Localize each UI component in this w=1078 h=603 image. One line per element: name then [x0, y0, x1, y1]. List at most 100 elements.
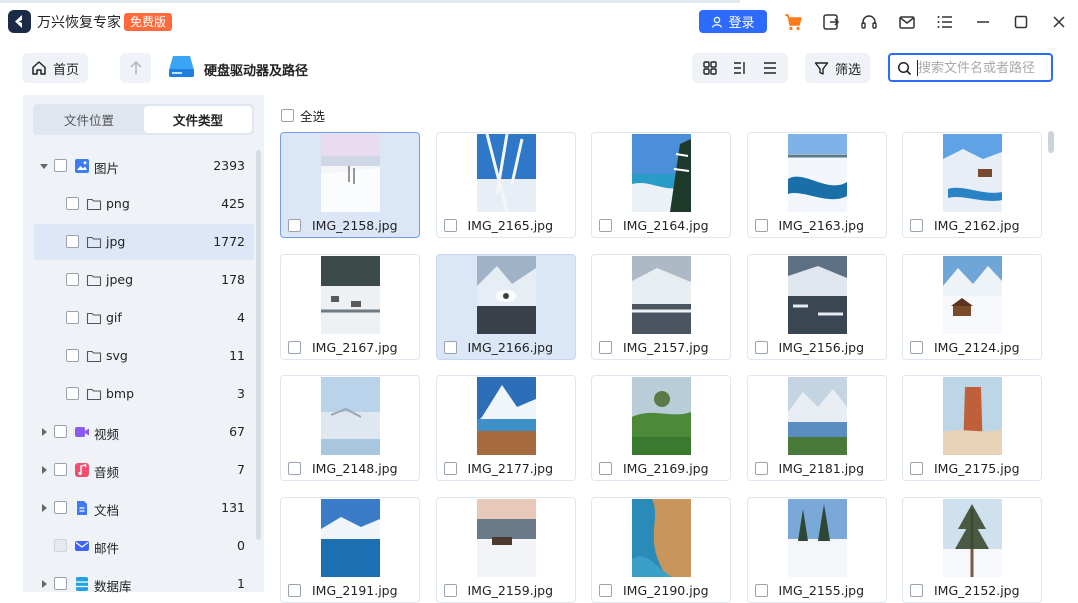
sidebar-item-svg[interactable]: svg 11	[34, 338, 254, 374]
file-card[interactable]: IMG_2167.jpg	[280, 253, 420, 360]
file-card[interactable]: IMG_2165.jpg	[435, 132, 576, 238]
sidebar-item-checkbox[interactable]	[54, 159, 67, 172]
file-card[interactable]: IMG_2158.jpg	[280, 132, 420, 238]
cart-icon[interactable]	[782, 11, 804, 33]
file-thumbnail[interactable]	[787, 377, 847, 455]
file-card[interactable]: IMG_2163.jpg	[746, 132, 887, 238]
sidebar-item-视频[interactable]: 视频 67	[34, 414, 254, 450]
file-card[interactable]: IMG_2169.jpg	[591, 375, 731, 481]
file-thumbnail[interactable]	[321, 377, 380, 455]
file-checkbox[interactable]	[288, 583, 301, 597]
file-thumbnail[interactable]	[632, 134, 691, 212]
sidebar-item-checkbox[interactable]	[54, 463, 67, 476]
file-thumbnail[interactable]	[476, 255, 536, 334]
file-card[interactable]: IMG_2181.jpg	[746, 375, 887, 481]
file-thumbnail[interactable]	[321, 134, 380, 212]
close-icon[interactable]	[1048, 11, 1070, 33]
sidebar-item-png[interactable]: png 425	[34, 186, 254, 222]
sidebar-item-jpg[interactable]: jpg 1772	[34, 224, 254, 260]
list-view-button[interactable]	[760, 58, 780, 78]
search-box[interactable]	[888, 53, 1053, 82]
sidebar-item-checkbox[interactable]	[66, 235, 79, 248]
sidebar-scrollbar[interactable]	[256, 150, 261, 540]
file-checkbox[interactable]	[910, 462, 923, 475]
sidebar-item-gif[interactable]: gif 4	[34, 300, 254, 336]
sidebar-item-图片[interactable]: 图片 2393	[34, 148, 254, 184]
file-checkbox[interactable]	[443, 462, 457, 475]
file-card[interactable]: IMG_2177.jpg	[435, 375, 576, 481]
headset-icon[interactable]	[858, 11, 880, 33]
grid-view-button[interactable]	[700, 58, 720, 78]
select-all-checkbox[interactable]	[281, 109, 294, 122]
tab-file-location[interactable]: 文件位置	[35, 106, 143, 133]
file-card[interactable]: IMG_2166.jpg	[435, 253, 576, 360]
sidebar-item-jpeg[interactable]: jpeg 178	[34, 262, 254, 298]
file-thumbnail[interactable]	[476, 134, 536, 212]
sidebar-item-checkbox[interactable]	[54, 425, 67, 438]
detail-view-button[interactable]	[730, 58, 750, 78]
file-card[interactable]: IMG_2156.jpg	[746, 253, 887, 360]
sidebar-item-checkbox[interactable]	[66, 273, 79, 286]
sidebar-item-checkbox[interactable]	[66, 387, 79, 400]
file-checkbox[interactable]	[599, 583, 612, 597]
file-checkbox[interactable]	[288, 462, 301, 475]
mail-icon[interactable]	[896, 11, 918, 33]
filter-button[interactable]: 筛选	[805, 53, 870, 83]
file-thumbnail[interactable]	[943, 134, 1002, 212]
file-card[interactable]: IMG_2152.jpg	[902, 496, 1042, 603]
file-thumbnail[interactable]	[943, 255, 1002, 334]
tab-file-type[interactable]: 文件类型	[144, 106, 252, 133]
search-input[interactable]	[918, 59, 1046, 77]
sidebar-item-音频[interactable]: 音频 7	[34, 452, 254, 488]
file-thumbnail[interactable]	[787, 255, 847, 334]
file-card[interactable]: IMG_2190.jpg	[591, 496, 731, 603]
file-thumbnail[interactable]	[632, 377, 691, 455]
file-thumbnail[interactable]	[632, 498, 691, 577]
file-checkbox[interactable]	[599, 219, 612, 232]
file-card[interactable]: IMG_2159.jpg	[435, 496, 576, 603]
file-checkbox[interactable]	[599, 462, 612, 475]
file-checkbox[interactable]	[288, 340, 301, 354]
chevron-right-icon[interactable]	[42, 504, 47, 512]
file-card[interactable]: IMG_2155.jpg	[746, 496, 887, 603]
file-checkbox[interactable]	[443, 583, 457, 597]
sidebar-item-邮件[interactable]: 邮件 0	[34, 528, 254, 564]
file-thumbnail[interactable]	[787, 498, 847, 577]
home-button[interactable]: 首页	[22, 53, 88, 83]
sidebar-item-checkbox[interactable]	[66, 311, 79, 324]
file-card[interactable]: IMG_2191.jpg	[280, 496, 420, 603]
file-checkbox[interactable]	[754, 462, 768, 475]
content-scrollbar[interactable]	[1048, 131, 1054, 153]
file-checkbox[interactable]	[754, 219, 768, 232]
file-thumbnail[interactable]	[476, 377, 536, 455]
file-checkbox[interactable]	[754, 583, 768, 597]
sidebar-item-数据库[interactable]: 数据库 1	[34, 566, 254, 602]
sidebar-item-bmp[interactable]: bmp 3	[34, 376, 254, 412]
sidebar-item-文档[interactable]: 文档 131	[34, 490, 254, 526]
chevron-right-icon[interactable]	[42, 466, 47, 474]
up-directory-button[interactable]	[120, 53, 151, 83]
file-card[interactable]: IMG_2175.jpg	[902, 375, 1042, 481]
file-card[interactable]: IMG_2157.jpg	[591, 253, 731, 360]
file-thumbnail[interactable]	[943, 498, 1002, 577]
chevron-right-icon[interactable]	[42, 428, 47, 436]
file-checkbox[interactable]	[288, 219, 301, 232]
maximize-icon[interactable]	[1010, 11, 1032, 33]
file-card[interactable]: IMG_2148.jpg	[280, 375, 420, 481]
select-all[interactable]: 全选	[281, 106, 325, 125]
file-checkbox[interactable]	[443, 219, 457, 232]
sidebar-item-checkbox[interactable]	[66, 349, 79, 362]
file-checkbox[interactable]	[754, 340, 768, 354]
minimize-icon[interactable]	[972, 11, 994, 33]
sidebar-item-checkbox[interactable]	[66, 197, 79, 210]
sidebar-item-checkbox[interactable]	[54, 577, 67, 590]
file-thumbnail[interactable]	[321, 498, 380, 577]
file-thumbnail[interactable]	[787, 134, 847, 212]
chevron-down-icon[interactable]	[40, 164, 48, 169]
export-icon[interactable]	[820, 11, 842, 33]
file-checkbox[interactable]	[910, 583, 923, 597]
menu-icon[interactable]	[934, 11, 956, 33]
file-card[interactable]: IMG_2162.jpg	[902, 132, 1042, 238]
file-thumbnail[interactable]	[632, 255, 691, 334]
file-thumbnail[interactable]	[321, 255, 380, 334]
